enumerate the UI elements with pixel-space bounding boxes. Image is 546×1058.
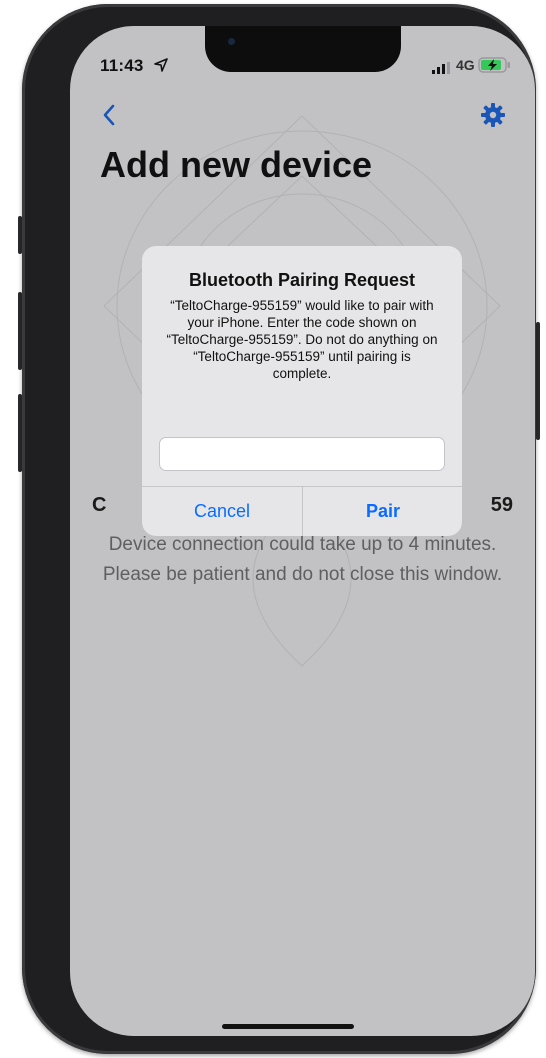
connecting-label-right: 59: [490, 494, 513, 516]
cancel-button[interactable]: Cancel: [142, 486, 302, 536]
bluetooth-pairing-alert: Bluetooth Pairing Request “TeltoCharge-9…: [142, 246, 462, 536]
page-title: Add new device: [100, 144, 373, 185]
app-screen: 11:43 4G Add new device C 59 Device conn…: [70, 26, 535, 1036]
camera-dot: [228, 38, 235, 45]
alert-message: “TeltoCharge-955159” would like to pair …: [166, 298, 438, 381]
connecting-label-left: C: [92, 494, 107, 516]
gear-icon[interactable]: [480, 102, 506, 128]
location-arrow-icon: [154, 58, 168, 72]
connection-info-text: Device connection could take up to 4 min…: [102, 534, 503, 585]
power-button: [536, 322, 540, 440]
battery-charging-icon: [478, 57, 510, 73]
alert-title: Bluetooth Pairing Request: [188, 270, 415, 290]
network-type: 4G: [456, 57, 475, 73]
phone-frame: 11:43 4G Add new device C 59 Device conn…: [22, 4, 536, 1054]
status-time: 11:43: [100, 56, 144, 75]
pair-button[interactable]: Pair: [303, 486, 462, 536]
signal-bars-icon: [432, 62, 450, 74]
notch: [205, 26, 401, 72]
back-chevron-icon[interactable]: [102, 104, 116, 126]
home-indicator[interactable]: [222, 1024, 354, 1029]
pairing-code-input[interactable]: [159, 437, 445, 471]
